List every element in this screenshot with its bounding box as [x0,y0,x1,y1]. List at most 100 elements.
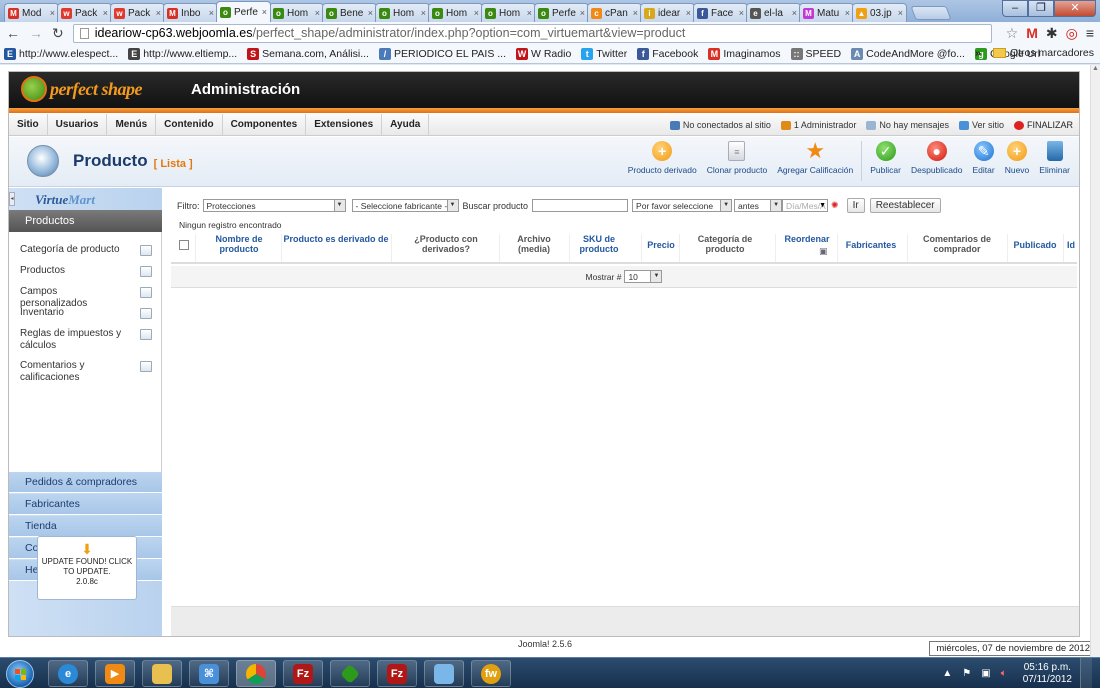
browser-tab[interactable]: f Face × [693,3,748,22]
toolbar-editar-button[interactable]: ✎ Editar [968,141,1000,181]
browser-tab[interactable]: i idear × [640,3,695,22]
url-input[interactable]: ideariow-cp63.webjoomla.es/perfect_shape… [72,23,992,43]
taskbar-explorer[interactable] [142,660,182,687]
new-tab-button[interactable] [910,6,952,20]
column-header[interactable]: ¿Producto con derivados? [393,234,499,254]
date-operator-select[interactable]: antes ▼ [734,199,783,212]
column-header[interactable]: Producto es derivado de [283,234,389,244]
browser-tab[interactable]: o Bene × [322,3,377,22]
scroll-up-arrow[interactable]: ▲ [1091,65,1100,72]
action-center-flag-icon[interactable]: ⚑ [962,668,971,679]
page-size-select[interactable]: 10 ▼ [624,270,663,283]
admin-menu-componentes[interactable]: Componentes [223,113,307,136]
toolbar-clonar-producto-button[interactable]: ≡ Clonar producto [702,141,772,181]
status-item[interactable]: No conectados al sitio [669,120,771,130]
bookmark-item[interactable]: / PERIODICO EL PAIS ... [378,47,506,60]
status-item[interactable]: 1 Administrador [780,120,856,130]
tab-close-icon[interactable]: × [368,8,373,18]
bookmark-item[interactable]: f Facebook [637,47,698,60]
bookmark-item[interactable]: M Imaginamos [708,47,781,60]
forward-arrow-icon[interactable]: → [29,25,43,41]
menu-icon[interactable]: ≡ [1086,25,1094,41]
go-button[interactable]: Ir [846,198,865,213]
gmail-icon[interactable]: M [1026,25,1038,41]
bookmark-item[interactable]: Ehttp://www.elespect... [4,47,118,60]
browser-tab[interactable]: M Matu × [799,3,854,22]
other-bookmarks[interactable]: Otros marcadores [1010,47,1094,59]
browser-tab[interactable]: w Pack × [57,3,112,22]
tab-close-icon[interactable]: × [421,8,426,18]
tab-close-icon[interactable]: × [50,8,55,18]
browser-tab[interactable]: e el-la × [746,3,801,22]
maximize-button[interactable]: ❐ [1028,0,1054,17]
minimize-button[interactable]: – [1002,0,1028,17]
date-input[interactable]: Día/Mes/A ▼ [782,199,829,212]
column-header[interactable]: Archivo (media) [501,234,567,254]
sidebar-section-1[interactable]: Pedidos & compradores [9,472,162,493]
taskbar-app-gem[interactable] [330,660,370,687]
browser-tab[interactable]: o Perfe × [216,1,271,22]
tab-close-icon[interactable]: × [315,8,320,18]
status-item[interactable]: Ver sitio [958,120,1004,130]
sidebar-item-4[interactable]: Inventario [20,307,152,319]
browser-tab[interactable]: c cPan × [587,3,642,22]
bookmark-item[interactable]: :: SPEED [790,47,841,60]
tab-close-icon[interactable]: × [686,8,691,18]
browser-tab[interactable]: ▲ 03.jp × [852,3,907,22]
column-header[interactable]: Nombre de producto [197,234,281,254]
bookmark-item[interactable]: WW Radio [516,47,571,60]
browser-tab[interactable]: o Hom × [375,3,430,22]
close-window-button[interactable]: ✕ [1054,0,1096,17]
sidebar-item-5[interactable]: Reglas de impuestos y cálculos [20,328,152,352]
page-scrollbar[interactable]: ▲ [1090,65,1100,657]
toolbar-nuevo-button[interactable]: + Nuevo [1000,141,1035,181]
column-header[interactable]: Precio [643,240,679,250]
tab-close-icon[interactable]: × [739,8,744,18]
column-header[interactable]: Reordenar [777,234,837,244]
taskbar-network[interactable]: ⌘ [189,660,229,687]
column-header[interactable]: Publicado [1009,240,1061,250]
browser-tab[interactable]: w Pack × [110,3,165,22]
status-item[interactable]: No hay mensajes [866,120,949,130]
save-order-icon[interactable]: ▣ [819,246,828,257]
admin-menu-extensiones[interactable]: Extensiones [306,113,383,136]
taskbar-media-player[interactable]: ▶ [95,660,135,687]
admin-menu-sitio[interactable]: Sitio [9,113,48,136]
browser-tab[interactable]: o Hom × [428,3,483,22]
site-logo[interactable]: perfect shape [21,76,142,102]
update-notice-button[interactable]: ⬇ UPDATE FOUND! CLICK TO UPDATE. 2.0.8c [37,536,137,600]
tab-close-icon[interactable]: × [262,7,267,17]
category-filter-select[interactable]: Protecciones ▼ [202,199,346,212]
browser-tab[interactable]: M Inbo × [163,3,218,22]
bookmark-item[interactable]: t Twitter [581,47,627,60]
taskbar-clock[interactable]: 05:16 p.m. 07/11/2012 [1023,662,1072,686]
column-header[interactable]: SKU de producto [571,234,627,254]
tab-close-icon[interactable]: × [845,8,850,18]
reset-button[interactable]: Reestablecer [869,198,941,213]
admin-menu-ayuda[interactable]: Ayuda [382,113,430,136]
taskbar-app-fw[interactable]: fw [471,660,511,687]
manufacturer-select[interactable]: - Seleccione fabricante - ▼ [351,199,459,212]
bookmarks-overflow-chevron[interactable]: » [975,47,981,59]
tray-expand-icon[interactable]: ▲ [942,668,952,679]
search-product-input[interactable] [532,199,629,212]
bookmark-star-icon[interactable]: ☆ [1006,25,1019,42]
network-tray-icon[interactable]: ▣ [981,668,990,679]
logout-link[interactable]: FINALIZAR [1013,120,1073,130]
toolbar-eliminar-button[interactable]: Eliminar [1034,141,1075,181]
tab-close-icon[interactable]: × [580,8,585,18]
bookmark-item[interactable]: S Semana.com, Análisi... [247,47,369,60]
tab-close-icon[interactable]: × [103,8,108,18]
browser-tab[interactable]: M Mod × [4,3,59,22]
price-filter-select[interactable]: Por favor seleccione ▼ [632,199,733,212]
tab-close-icon[interactable]: × [633,8,638,18]
sidebar-item-1[interactable]: Categoría de producto [20,244,152,256]
taskbar-filezilla-1[interactable]: Fz [283,660,323,687]
calendar-dropdown-icon[interactable]: ▼ [819,202,826,209]
taskbar-app-notes[interactable] [424,660,464,687]
tab-close-icon[interactable]: × [792,8,797,18]
browser-tab[interactable]: o Hom × [481,3,536,22]
browser-tab[interactable]: o Hom × [269,3,324,22]
tab-close-icon[interactable]: × [527,8,532,18]
show-desktop-button[interactable] [1080,658,1092,688]
